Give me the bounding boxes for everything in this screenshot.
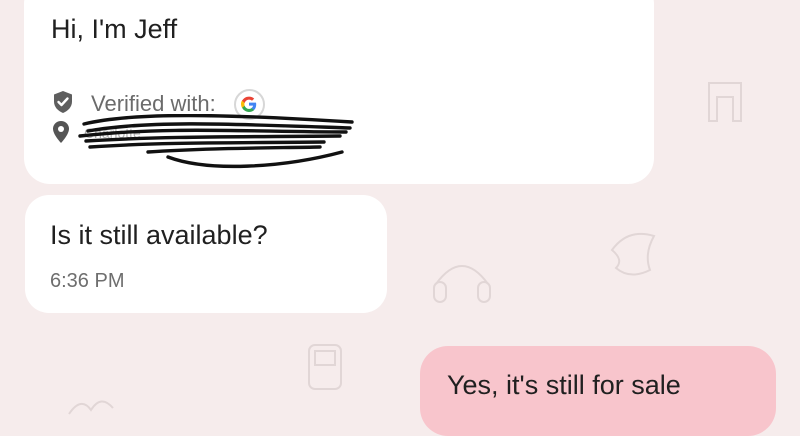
location-pin-icon [52, 120, 70, 149]
incoming-message-text: Is it still available? [50, 220, 268, 250]
incoming-message-bubble: Is it still available? 6:36 PM [25, 195, 387, 313]
doodle-gameboy-icon [299, 341, 353, 395]
intro-title: Hi, I'm Jeff [51, 14, 178, 44]
doodle-instrument-svg [610, 232, 656, 276]
verified-label: Verified with: [91, 91, 216, 116]
doodle-pattern-icon [61, 386, 133, 420]
doodle-pattern-svg [68, 400, 114, 415]
redaction-scribble-svg [78, 113, 354, 169]
outgoing-message-bubble: Yes, it's still for sale [420, 346, 776, 436]
doodle-headphones-icon [426, 248, 498, 312]
doodle-instrument-icon [604, 226, 666, 288]
location-pin-svg [53, 121, 69, 143]
doodle-gameboy-svg [308, 344, 342, 390]
incoming-message-time: 6:36 PM [50, 270, 125, 292]
location-row: Charlotte [52, 113, 354, 176]
doodle-headphones-svg [433, 265, 491, 303]
google-logo-svg [241, 96, 257, 112]
outgoing-message-text: Yes, it's still for sale [447, 370, 681, 400]
doodle-hanger-icon [699, 73, 755, 129]
doodle-hanger-svg [708, 82, 742, 122]
redaction-scribble [78, 113, 358, 177]
shield-check-svg [54, 90, 72, 113]
shield-check-icon [52, 90, 74, 119]
intro-message-bubble: Hi, I'm Jeff Verified with: Charlotte [24, 0, 654, 184]
